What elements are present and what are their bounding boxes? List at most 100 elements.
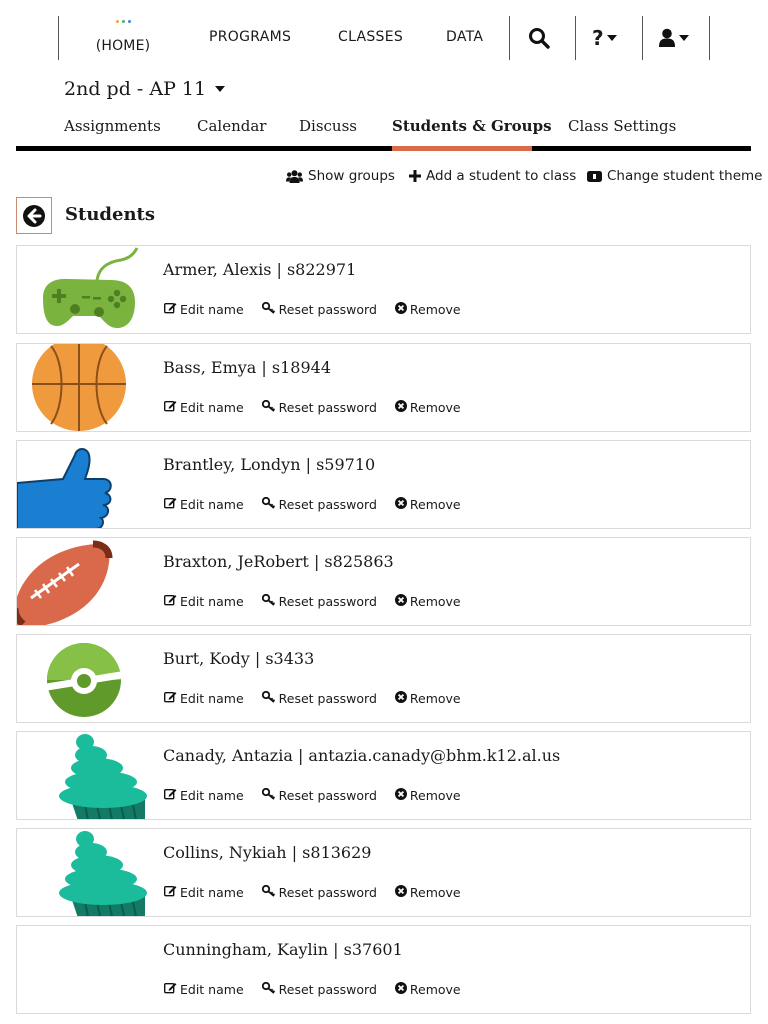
- remove-label: Remove: [409, 982, 461, 997]
- nav-classes[interactable]: CLASSES: [338, 29, 403, 45]
- edit-name-label: Edit name: [180, 691, 244, 706]
- reset-password-button[interactable]: Reset password: [261, 690, 377, 706]
- remove-button[interactable]: Remove: [394, 594, 461, 609]
- avatar: [17, 441, 151, 528]
- users-icon: [286, 169, 303, 183]
- cupcake-icon: [17, 831, 151, 916]
- search-icon: [529, 28, 550, 49]
- basketball-icon: [17, 344, 151, 431]
- remove-icon: [394, 982, 407, 997]
- reset-password-button[interactable]: Reset password: [261, 787, 377, 803]
- reset-password-button[interactable]: Reset password: [261, 399, 377, 415]
- remove-icon: [394, 594, 407, 609]
- reset-password-button[interactable]: Reset password: [261, 301, 377, 317]
- show-groups-label: Show groups: [308, 168, 395, 184]
- nav-data[interactable]: DATA: [446, 29, 483, 45]
- top-nav: (HOME) PROGRAMS CLASSES DATA ?: [0, 0, 768, 76]
- remove-icon: [394, 302, 407, 317]
- show-groups-button[interactable]: Show groups: [286, 168, 395, 184]
- home-logo-icon: [70, 20, 176, 26]
- reset-password-button[interactable]: Reset password: [261, 981, 377, 997]
- football-icon: [17, 540, 151, 625]
- help-menu-button[interactable]: ?: [592, 26, 617, 50]
- remove-button[interactable]: Remove: [394, 302, 461, 317]
- remove-button[interactable]: Remove: [394, 497, 461, 512]
- key-icon: [261, 884, 276, 900]
- tab-discuss[interactable]: Discuss: [299, 117, 357, 135]
- add-student-button[interactable]: Add a student to class: [409, 168, 576, 184]
- edit-name-button[interactable]: Edit name: [163, 497, 244, 512]
- edit-icon: [163, 594, 177, 609]
- remove-button[interactable]: Remove: [394, 400, 461, 415]
- edit-name-label: Edit name: [180, 788, 244, 803]
- nav-divider: [642, 16, 643, 60]
- reset-password-label: Reset password: [278, 982, 377, 997]
- avatar: [17, 732, 151, 819]
- remove-button[interactable]: Remove: [394, 691, 461, 706]
- edit-name-label: Edit name: [180, 982, 244, 997]
- edit-icon: [163, 885, 177, 900]
- avatar: [17, 538, 151, 625]
- remove-button[interactable]: Remove: [394, 788, 461, 803]
- reset-password-button[interactable]: Reset password: [261, 593, 377, 609]
- reset-password-label: Reset password: [278, 691, 377, 706]
- key-icon: [261, 496, 276, 512]
- reset-password-button[interactable]: Reset password: [261, 884, 377, 900]
- cupcake-icon: [17, 734, 151, 819]
- student-card: Armer, Alexis | s822971 Edit name Reset …: [16, 245, 751, 334]
- nav-divider: [509, 16, 510, 60]
- reset-password-label: Reset password: [278, 497, 377, 512]
- search-button[interactable]: [528, 26, 550, 50]
- thumbs-up-icon: [17, 448, 151, 528]
- student-name: Collins, Nykiah | s813629: [163, 843, 372, 862]
- remove-icon: [394, 497, 407, 512]
- add-student-label: Add a student to class: [426, 168, 577, 184]
- chevron-down-icon: [606, 35, 617, 41]
- edit-name-button[interactable]: Edit name: [163, 885, 244, 900]
- nav-divider: [575, 16, 576, 60]
- edit-name-label: Edit name: [180, 497, 244, 512]
- student-name: Burt, Kody | s3433: [163, 649, 315, 668]
- home-link[interactable]: (HOME): [70, 18, 176, 58]
- edit-name-button[interactable]: Edit name: [163, 594, 244, 609]
- tab-bar: [16, 146, 751, 151]
- theme-icon: [587, 170, 602, 182]
- edit-name-label: Edit name: [180, 400, 244, 415]
- tab-students-groups[interactable]: Students & Groups: [392, 117, 552, 135]
- key-icon: [261, 301, 276, 317]
- edit-icon: [163, 400, 177, 415]
- nav-divider: [709, 16, 710, 60]
- remove-button[interactable]: Remove: [394, 885, 461, 900]
- tab-calendar[interactable]: Calendar: [197, 117, 266, 135]
- student-card: Brantley, Londyn | s59710 Edit name Rese…: [16, 440, 751, 529]
- edit-name-button[interactable]: Edit name: [163, 400, 244, 415]
- change-theme-label: Change student theme: [607, 168, 763, 184]
- edit-name-label: Edit name: [180, 302, 244, 317]
- edit-icon: [163, 302, 177, 317]
- reset-password-button[interactable]: Reset password: [261, 496, 377, 512]
- user-menu-button[interactable]: [658, 26, 689, 50]
- change-theme-button[interactable]: Change student theme: [587, 168, 763, 184]
- class-selector[interactable]: 2nd pd - AP 11: [64, 78, 226, 100]
- class-selector-label: 2nd pd - AP 11: [64, 78, 207, 100]
- avatar: [17, 344, 151, 431]
- nav-programs[interactable]: PROGRAMS: [209, 29, 291, 45]
- tab-assignments[interactable]: Assignments: [64, 117, 161, 135]
- key-icon: [261, 593, 276, 609]
- edit-name-button[interactable]: Edit name: [163, 302, 244, 317]
- edit-icon: [163, 788, 177, 803]
- edit-name-button[interactable]: Edit name: [163, 982, 244, 997]
- edit-name-button[interactable]: Edit name: [163, 788, 244, 803]
- student-card: Cunningham, Kaylin | s37601 Edit name Re…: [16, 925, 751, 1014]
- edit-name-label: Edit name: [180, 594, 244, 609]
- edit-icon: [163, 497, 177, 512]
- chevron-down-icon: [679, 35, 689, 41]
- remove-button[interactable]: Remove: [394, 982, 461, 997]
- student-card: Bass, Emya | s18944 Edit name Reset pass…: [16, 343, 751, 432]
- reset-password-label: Reset password: [278, 594, 377, 609]
- edit-name-button[interactable]: Edit name: [163, 691, 244, 706]
- key-icon: [261, 787, 276, 803]
- tab-class-settings[interactable]: Class Settings: [568, 117, 676, 135]
- back-button[interactable]: [16, 197, 52, 234]
- gamepad-icon: [17, 247, 151, 333]
